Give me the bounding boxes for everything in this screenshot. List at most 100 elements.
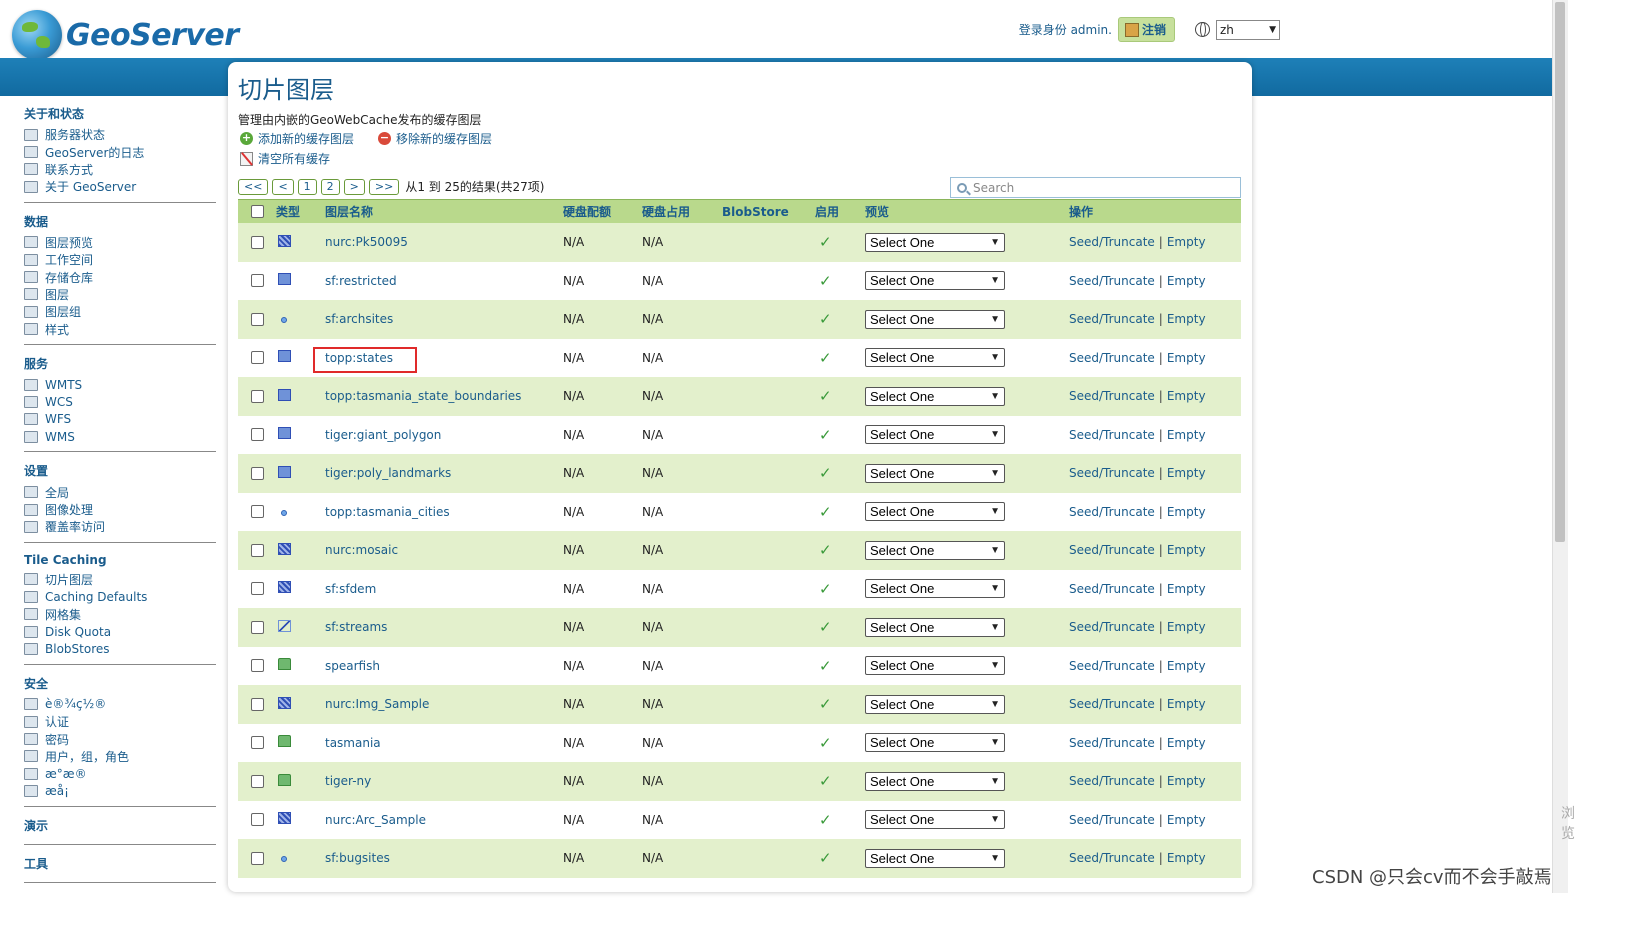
row-checkbox[interactable]: [250, 582, 264, 596]
empty-link[interactable]: Empty: [1167, 389, 1206, 403]
row-checkbox[interactable]: [250, 620, 264, 634]
sidebar-item[interactable]: 覆盖率访问: [24, 518, 216, 535]
sidebar-item-label[interactable]: 图层预览: [45, 234, 93, 251]
row-checkbox[interactable]: [250, 274, 264, 288]
sidebar-item[interactable]: æå¡: [24, 783, 216, 800]
sidebar-item-label[interactable]: 网格集: [45, 606, 81, 623]
search-input[interactable]: Search: [950, 177, 1241, 198]
seed-truncate-link[interactable]: Seed/Truncate: [1069, 235, 1155, 249]
sidebar-item[interactable]: æ°æ®: [24, 765, 216, 782]
sidebar-item-label[interactable]: WCS: [45, 395, 73, 409]
sidebar-item[interactable]: 关于 GeoServer: [24, 178, 216, 195]
empty-link[interactable]: Empty: [1167, 736, 1206, 750]
sidebar-item[interactable]: 密码: [24, 730, 216, 747]
seed-truncate-link[interactable]: Seed/Truncate: [1069, 428, 1155, 442]
sidebar-item-label[interactable]: æå¡: [45, 784, 69, 798]
sidebar-item[interactable]: 服务器状态: [24, 126, 216, 143]
empty-link[interactable]: Empty: [1167, 235, 1206, 249]
sidebar-item[interactable]: 样式: [24, 321, 216, 338]
layer-name-link[interactable]: topp:tasmania_cities: [325, 505, 450, 519]
sidebar-item-label[interactable]: Caching Defaults: [45, 590, 147, 604]
sidebar-item-label[interactable]: 认证: [45, 713, 69, 730]
row-checkbox[interactable]: [250, 851, 264, 865]
seed-truncate-link[interactable]: Seed/Truncate: [1069, 736, 1155, 750]
preview-select[interactable]: Select One ▼: [865, 502, 1005, 522]
sidebar-item[interactable]: 认证: [24, 713, 216, 730]
seed-truncate-link[interactable]: Seed/Truncate: [1069, 774, 1155, 788]
row-checkbox[interactable]: [250, 428, 264, 442]
row-checkbox[interactable]: [250, 697, 264, 711]
layer-name-link[interactable]: sf:archsites: [325, 312, 393, 326]
row-checkbox[interactable]: [250, 312, 264, 326]
preview-select[interactable]: Select One ▼: [865, 386, 1005, 406]
pager-prev[interactable]: <: [272, 178, 294, 195]
empty-link[interactable]: Empty: [1167, 697, 1206, 711]
seed-truncate-link[interactable]: Seed/Truncate: [1069, 851, 1155, 865]
row-checkbox[interactable]: [250, 389, 264, 403]
preview-select[interactable]: Select One ▼: [865, 463, 1005, 483]
empty-link[interactable]: Empty: [1167, 312, 1206, 326]
seed-truncate-link[interactable]: Seed/Truncate: [1069, 505, 1155, 519]
preview-select[interactable]: Select One ▼: [865, 694, 1005, 714]
empty-link[interactable]: Empty: [1167, 351, 1206, 365]
empty-link[interactable]: Empty: [1167, 659, 1206, 673]
sidebar-item-label[interactable]: 图层: [45, 286, 69, 303]
geoserver-logo[interactable]: GeoServer: [12, 10, 239, 60]
layer-name-link[interactable]: sf:streams: [325, 620, 387, 634]
sidebar-item[interactable]: WFS: [24, 411, 216, 428]
add-cached-layer-link[interactable]: + 添加新的缓存图层: [240, 130, 354, 147]
preview-select[interactable]: Select One ▼: [865, 348, 1005, 368]
sidebar-item-label[interactable]: 存储仓库: [45, 269, 93, 286]
seed-truncate-link[interactable]: Seed/Truncate: [1069, 351, 1155, 365]
col-name[interactable]: 图层名称: [325, 203, 563, 220]
seed-truncate-link[interactable]: Seed/Truncate: [1069, 389, 1155, 403]
layer-name-link[interactable]: sf:restricted: [325, 274, 397, 288]
pager-page-2[interactable]: 2: [320, 178, 340, 195]
layer-name-link[interactable]: tiger:giant_polygon: [325, 428, 441, 442]
sidebar-item[interactable]: WMTS: [24, 376, 216, 393]
layer-name-link[interactable]: sf:bugsites: [325, 851, 390, 865]
col-blobstore[interactable]: BlobStore: [722, 205, 815, 219]
empty-link[interactable]: Empty: [1167, 505, 1206, 519]
pager-last[interactable]: >>: [368, 178, 400, 195]
sidebar-item-label[interactable]: GeoServer的日志: [45, 144, 144, 161]
empty-link[interactable]: Empty: [1167, 543, 1206, 557]
row-checkbox[interactable]: [250, 543, 264, 557]
empty-link[interactable]: Empty: [1167, 813, 1206, 827]
preview-select[interactable]: Select One ▼: [865, 309, 1005, 329]
scrollbar-thumb[interactable]: [1555, 2, 1565, 542]
sidebar-item[interactable]: 图像处理: [24, 501, 216, 518]
layer-name-link[interactable]: nurc:Img_Sample: [325, 697, 429, 711]
sidebar-item[interactable]: WMS: [24, 428, 216, 445]
sidebar-item-label[interactable]: WFS: [45, 412, 71, 426]
row-checkbox[interactable]: [250, 736, 264, 750]
sidebar-item[interactable]: 图层: [24, 286, 216, 303]
pager-page-1[interactable]: 1: [297, 178, 317, 195]
pager-first[interactable]: <<: [238, 178, 269, 195]
sidebar-item-label[interactable]: 图像处理: [45, 501, 93, 518]
sidebar-item-label[interactable]: WMS: [45, 430, 75, 444]
preview-select[interactable]: Select One ▼: [865, 848, 1005, 868]
preview-select[interactable]: Select One ▼: [865, 232, 1005, 252]
layer-name-link[interactable]: tasmania: [325, 736, 381, 750]
language-select[interactable]: zh ▼: [1216, 19, 1280, 40]
col-enabled[interactable]: 启用: [815, 203, 865, 220]
empty-link[interactable]: Empty: [1167, 466, 1206, 480]
sidebar-item[interactable]: 图层组: [24, 303, 216, 320]
sidebar-item-label[interactable]: WMTS: [45, 378, 82, 392]
sidebar-item-label[interactable]: 工作空间: [45, 251, 93, 268]
layer-name-link[interactable]: topp:tasmania_state_boundaries: [325, 389, 521, 403]
seed-truncate-link[interactable]: Seed/Truncate: [1069, 582, 1155, 596]
seed-truncate-link[interactable]: Seed/Truncate: [1069, 620, 1155, 634]
col-quota[interactable]: 硬盘配额: [563, 203, 642, 220]
sidebar-item-label[interactable]: 全局: [45, 484, 69, 501]
sidebar-item[interactable]: Disk Quota: [24, 623, 216, 640]
empty-link[interactable]: Empty: [1167, 774, 1206, 788]
empty-link[interactable]: Empty: [1167, 274, 1206, 288]
preview-select[interactable]: Select One ▼: [865, 656, 1005, 676]
sidebar-item[interactable]: 全局: [24, 483, 216, 500]
seed-truncate-link[interactable]: Seed/Truncate: [1069, 697, 1155, 711]
empty-link[interactable]: Empty: [1167, 620, 1206, 634]
layer-name-link[interactable]: spearfish: [325, 659, 380, 673]
sidebar-item-label[interactable]: 用户，组，角色: [45, 748, 129, 765]
